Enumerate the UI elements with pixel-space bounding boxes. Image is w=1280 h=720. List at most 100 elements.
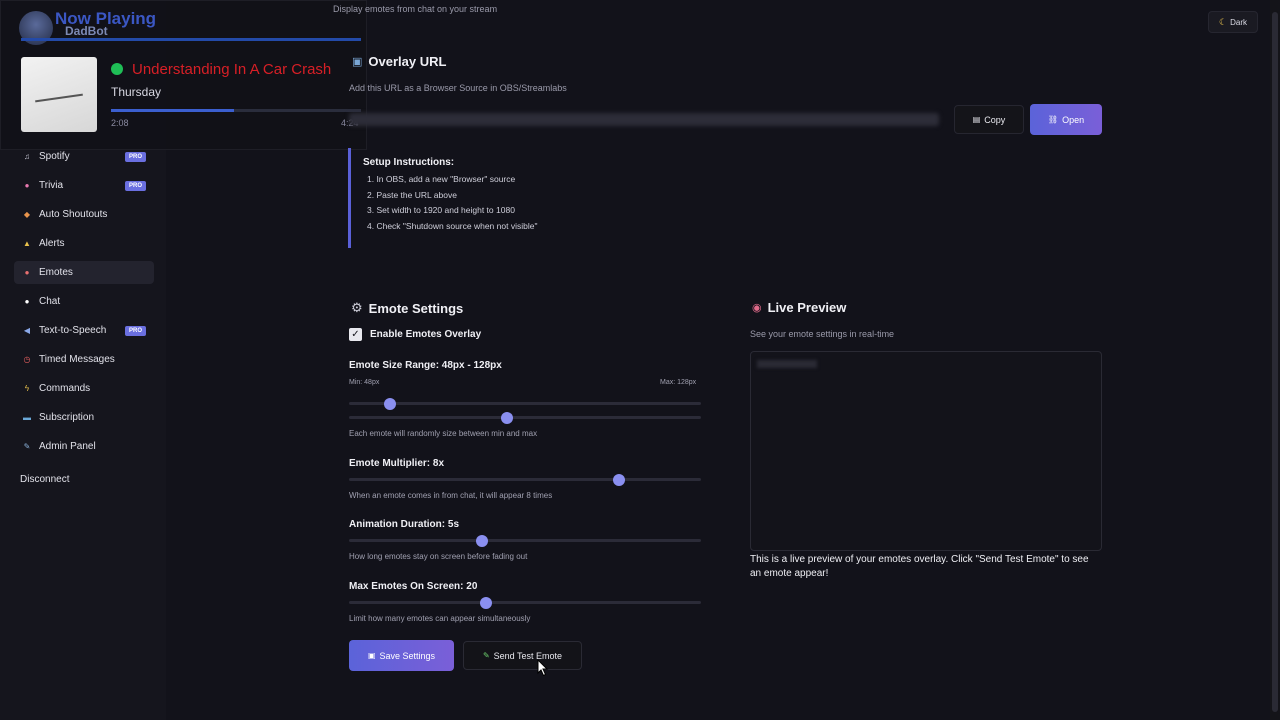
sidebar-item-timed-messages[interactable]: ◷ Timed Messages — [14, 348, 154, 371]
overlay-url-hint: Add this URL as a Browser Source in OBS/… — [349, 83, 567, 93]
sidebar-item-emotes[interactable]: ● Emotes — [14, 261, 154, 284]
now-playing-widget: Now Playing DadBot Understanding In A Ca… — [0, 0, 367, 150]
monitor-icon: ▣ — [352, 56, 363, 68]
song-artist: Thursday — [111, 85, 162, 99]
sidebar-item-label: Alerts — [39, 238, 65, 249]
duration-slider[interactable] — [349, 534, 701, 547]
sidebar-item-subscription[interactable]: ▬ Subscription — [14, 406, 154, 429]
floppy-disk-icon: ▣ — [367, 651, 376, 660]
current-time: 2:08 — [111, 118, 129, 128]
pro-badge: PRO — [124, 180, 146, 191]
sidebar-item-label: Commands — [39, 383, 91, 394]
size-min-thumb[interactable] — [384, 397, 397, 410]
setup-instructions-title: Setup Instructions: — [363, 157, 455, 168]
pencil-icon: ✎ — [482, 651, 490, 660]
send-test-emote-label: Send Test Emote — [493, 650, 563, 661]
sidebar-item-alerts[interactable]: ▲ Alerts — [14, 232, 154, 255]
live-preview-note: This is a live preview of your emotes ov… — [750, 554, 1089, 579]
pro-badge: PRO — [124, 325, 146, 336]
duration-label: Animation Duration: 5s — [349, 519, 460, 530]
sidebar-item-label: Subscription — [39, 412, 95, 423]
sidebar-item-label: Emotes — [39, 267, 73, 278]
open-button[interactable]: ⛓ Open — [1030, 104, 1102, 135]
live-status-icon — [111, 63, 123, 75]
sidebar-item-label: Trivia — [39, 180, 64, 191]
enable-emotes-row[interactable]: ✓ Enable Emotes Overlay — [349, 328, 481, 341]
speech-bubble-icon: ● — [24, 297, 30, 306]
size-range-help: Each emote will randomly size between mi… — [349, 429, 538, 438]
emote-settings-heading: Emote Settings — [368, 300, 464, 316]
scrollbar[interactable] — [1270, 0, 1280, 720]
overlay-url-field[interactable] — [349, 113, 939, 126]
duration-thumb[interactable] — [476, 534, 489, 547]
instruction-item: 1. In OBS, add a new "Browser" source — [367, 174, 516, 184]
sidebar-item-text-to-speech[interactable]: ◀ Text-to-Speech PRO — [14, 319, 154, 342]
live-preview-hint: See your emote settings in real-time — [750, 329, 895, 339]
song-progress-fill — [111, 109, 234, 112]
enable-emotes-checkbox[interactable]: ✓ — [349, 328, 362, 341]
overlay-url-heading: Overlay URL — [368, 54, 447, 69]
size-max-label: Max: 128px — [660, 379, 697, 386]
setup-instructions: Setup Instructions: 1. In OBS, add a new… — [348, 148, 628, 248]
sidebar-item-label: Spotify — [39, 151, 70, 162]
size-max-slider[interactable] — [349, 411, 701, 424]
scrollbar-thumb[interactable] — [1272, 12, 1278, 712]
preview-placeholder — [757, 360, 817, 368]
size-min-slider[interactable] — [349, 397, 701, 410]
theme-toggle-label: Dark — [1230, 17, 1247, 27]
sidebar-item-chat[interactable]: ● Chat — [14, 290, 154, 313]
eye-icon: ◉ — [752, 302, 762, 314]
live-preview-title: ◉ Live Preview — [752, 300, 846, 315]
music-note-icon: ♫ — [24, 152, 30, 161]
disconnect-button[interactable]: Disconnect — [20, 474, 69, 485]
page-subtitle: Display emotes from chat on your stream — [333, 4, 498, 14]
multiplier-thumb[interactable] — [612, 473, 625, 486]
instruction-item: 4. Check "Shutdown source when not visib… — [367, 220, 538, 231]
multiplier-label: Emote Multiplier: 8x — [349, 458, 445, 469]
size-range-label: Emote Size Range: 48px - 128px — [349, 360, 502, 371]
sidebar-item-auto-shoutouts[interactable]: ◆ Auto Shoutouts — [14, 203, 154, 226]
copy-button-label: Copy — [984, 114, 1006, 125]
emote-icon: ● — [24, 268, 30, 277]
now-playing-user: DadBot — [65, 24, 108, 38]
max-emotes-slider[interactable] — [349, 596, 701, 609]
instruction-item: 3. Set width to 1920 and height to 1080 — [367, 205, 515, 215]
size-min-label: Min: 48px — [349, 379, 380, 386]
moon-icon: ☾ — [1219, 16, 1228, 27]
alarm-clock-icon: ◷ — [23, 355, 31, 364]
now-playing-divider — [21, 38, 361, 41]
song-title: Understanding In A Car Crash — [132, 61, 332, 78]
speaker-icon: ◀ — [23, 326, 31, 335]
sidebar-item-label: Text-to-Speech — [39, 325, 107, 336]
sidebar-nav: ♫ Spotify PRO ● Trivia PRO ◆ Auto Shoutouts ▲ Ale… — [14, 145, 154, 464]
theme-toggle-button[interactable]: ☾ Dark — [1208, 11, 1258, 33]
enable-emotes-label: Enable Emotes Overlay — [370, 329, 482, 340]
lightning-icon: ϟ — [24, 384, 30, 393]
sidebar-item-trivia[interactable]: ● Trivia PRO — [14, 174, 154, 197]
send-test-emote-button[interactable]: ✎ Send Test Emote — [463, 641, 582, 670]
multiplier-slider[interactable] — [349, 473, 701, 486]
max-emotes-thumb[interactable] — [480, 596, 493, 609]
copy-button[interactable]: ▤ Copy — [954, 105, 1024, 134]
multiplier-help: When an emote comes in from chat, it wil… — [349, 491, 553, 500]
sidebar-item-label: Auto Shoutouts — [39, 209, 108, 220]
save-settings-button[interactable]: ▣ Save Settings — [349, 640, 454, 671]
sidebar-item-admin-panel[interactable]: ✎ Admin Panel — [14, 435, 154, 458]
clipboard-icon: ▤ — [972, 115, 981, 124]
sidebar-item-label: Chat — [39, 296, 61, 307]
duration-help: How long emotes stay on screen before fa… — [349, 552, 528, 561]
song-progress-bar — [111, 109, 361, 112]
instruction-item: 2. Paste the URL above — [367, 189, 457, 200]
save-settings-label: Save Settings — [379, 650, 436, 661]
overlay-url-title: ▣ Overlay URL — [352, 54, 446, 69]
link-icon: ⛓ — [1047, 115, 1059, 124]
live-preview-canvas — [750, 351, 1102, 551]
size-max-thumb[interactable] — [501, 411, 514, 424]
pro-badge: PRO — [124, 151, 146, 162]
credit-card-icon: ▬ — [23, 413, 31, 422]
open-button-label: Open — [1062, 114, 1085, 125]
sidebar-item-commands[interactable]: ϟ Commands — [14, 377, 154, 400]
max-emotes-help: Limit how many emotes can appear simulta… — [349, 614, 531, 623]
live-preview-heading: Live Preview — [767, 300, 847, 315]
album-art — [21, 57, 97, 132]
